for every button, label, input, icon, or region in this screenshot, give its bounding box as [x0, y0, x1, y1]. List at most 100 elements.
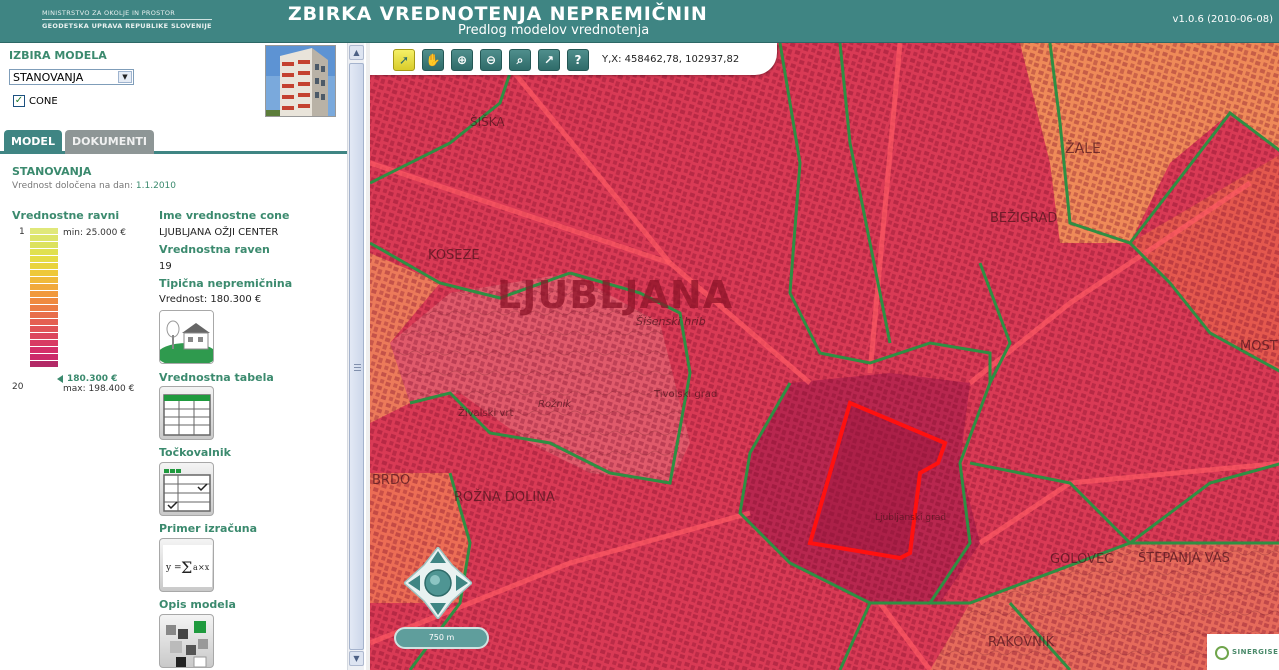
value-level-bar-10 — [30, 291, 58, 297]
zoom-out-icon: ⊖ — [485, 53, 497, 67]
pan-navigation-control[interactable] — [402, 545, 474, 621]
measure-tool-button[interactable]: ↗ — [538, 49, 560, 71]
place-label-stepanja-vas: ŠTEPANJA VAS — [1138, 551, 1230, 566]
value-level-bar-20 — [30, 361, 58, 367]
value-level-bar-13 — [30, 312, 58, 318]
formula-icon: y = Σ a ×x — [163, 545, 212, 587]
points-calculator-label: Točkovalnik — [159, 446, 231, 459]
value-level-scale — [30, 228, 58, 368]
zoom-in-button[interactable]: ⊕ — [451, 49, 473, 71]
level-max-number: 20 — [12, 382, 24, 392]
cone-checkbox[interactable]: ✓ — [13, 95, 25, 107]
value-level-bar-4 — [30, 249, 58, 255]
app-title: ZBIRKA VREDNOTENJA NEPREMIČNIN — [288, 3, 708, 25]
zoom-extent-button[interactable]: ⌕ — [509, 49, 531, 71]
panel-scrollbar[interactable]: ▲ ▼ — [347, 43, 364, 670]
zone-name-value: LJUBLJANA OŽJI CENTER — [159, 227, 279, 238]
select-tool-button[interactable]: ➚ — [393, 49, 415, 71]
value-level-bar-11 — [30, 298, 58, 304]
app-header: MINISTRSTVO ZA OKOLJE IN PROSTOR GEODETS… — [0, 0, 1279, 43]
map-canvas[interactable] — [370, 43, 1279, 670]
checklist-icon — [163, 469, 211, 512]
map-view[interactable]: LJUBLJANA KOSEZE BEŽIGRAD ŽALE MOSTE ŠIŠ… — [366, 43, 1279, 670]
cursor-icon: ➚ — [398, 53, 410, 67]
value-levels-heading: Vrednostne ravni — [12, 209, 120, 222]
place-label-zale: ŽALE — [1065, 141, 1101, 157]
current-price: 180.300 € — [67, 374, 118, 384]
calculation-example-label: Primer izračuna — [159, 522, 258, 535]
place-label-moste: MOSTE — [1240, 339, 1279, 354]
model-description-label: Opis modela — [159, 598, 236, 611]
scroll-thumb[interactable] — [349, 63, 364, 650]
map-toolbar: ➚ ✋ ⊕ ⊖ ⌕ ↗ ? Y,X: 458462,78, 102937,82 — [370, 43, 777, 75]
value-level-bar-2 — [30, 235, 58, 241]
value-level-bar-8 — [30, 277, 58, 283]
hand-icon: ✋ — [425, 53, 441, 67]
zoom-out-button[interactable]: ⊖ — [480, 49, 502, 71]
value-level-label: Vrednostna raven — [159, 243, 270, 256]
tab-model[interactable]: MODEL — [4, 130, 62, 154]
help-button[interactable]: ? — [567, 49, 589, 71]
value-level-bar-14 — [30, 319, 58, 325]
chevron-down-icon[interactable]: ▼ — [118, 71, 132, 83]
value-level-bar-6 — [30, 263, 58, 269]
value-level-bar-16 — [30, 333, 58, 339]
value-level-bar-3 — [30, 242, 58, 248]
model-description-button[interactable] — [159, 614, 214, 668]
model-title: STANOVANJA — [12, 165, 92, 178]
grip-icon — [354, 364, 361, 371]
model-selector-label: IZBIRA MODELA — [9, 49, 107, 62]
value-level-bar-5 — [30, 256, 58, 262]
place-label-ljubljana: LJUBLJANA — [497, 273, 734, 317]
value-level-bar-17 — [30, 340, 58, 346]
value-level-bar-18 — [30, 347, 58, 353]
model-select[interactable]: STANOVANJA ▼ — [9, 69, 134, 85]
place-label-koseze: KOSEZE — [428, 248, 480, 263]
app-subtitle: Predlog modelov vrednotenja — [458, 23, 650, 38]
svg-text:Σ: Σ — [181, 558, 192, 577]
value-level-bar-19 — [30, 354, 58, 360]
compass-icon — [402, 545, 474, 621]
attribution-logo: SINERGISE — [1207, 634, 1279, 670]
svg-text:y =: y = — [165, 563, 182, 573]
puzzle-icon — [166, 621, 208, 667]
points-calculator-button[interactable] — [159, 462, 214, 516]
left-panel: IZBIRA MODELA STANOVANJA ▼ ✓ CONE MODEL … — [0, 43, 347, 670]
pan-tool-button[interactable]: ✋ — [422, 49, 444, 71]
help-icon: ? — [574, 53, 582, 67]
place-label-golovec: GOLOVEC — [1050, 552, 1114, 567]
valuation-date-value: 1.1.2010 — [135, 181, 176, 191]
typical-property-button[interactable] — [159, 310, 214, 364]
place-label-roznik: Rožnik — [538, 399, 572, 410]
ministry-name: MINISTRSTVO ZA OKOLJE IN PROSTOR — [42, 9, 176, 17]
place-label-rozna-dolina: ROŽNA DOLINA — [454, 490, 555, 505]
map-scale-bar: 750 m — [394, 627, 489, 649]
value-level-bar-15 — [30, 326, 58, 332]
place-label-ljubljanski-grad: Ljubljanski grad — [875, 513, 947, 523]
place-label-rakovnik: RAKOVNIK — [988, 635, 1055, 650]
value-level-bar-12 — [30, 305, 58, 311]
ruler-icon: ↗ — [543, 53, 555, 67]
tab-documents[interactable]: DOKUMENTI — [65, 130, 155, 154]
typical-property-value: Vrednost: 180.300 € — [159, 294, 262, 305]
scroll-down-button[interactable]: ▼ — [349, 651, 364, 666]
min-price: min: 25.000 € — [63, 228, 126, 238]
model-photo — [265, 45, 336, 117]
place-label-tivolski-grad: Tivolski grad — [654, 389, 718, 400]
calculation-example-button[interactable]: y = Σ a ×x — [159, 538, 214, 592]
svg-text:×x: ×x — [198, 563, 210, 572]
place-label-sisenski-hrib: Šišenski hrib — [636, 315, 706, 328]
level-min-number: 1 — [19, 227, 25, 237]
sinergise-logo-icon — [1215, 646, 1229, 660]
valuation-date: Vrednost določena na dan: 1.1.2010 — [12, 181, 176, 191]
place-label-brdo: BRDO — [372, 473, 411, 488]
max-price: max: 198.400 € — [63, 384, 135, 394]
value-level-bar-7 — [30, 270, 58, 276]
scroll-up-button[interactable]: ▲ — [349, 45, 364, 60]
model-select-value: STANOVANJA — [13, 71, 84, 84]
zone-name-label: Ime vrednostne cone — [159, 209, 290, 222]
typical-property-label: Tipična nepremičnina — [159, 277, 293, 290]
value-table-label: Vrednostna tabela — [159, 371, 274, 384]
value-level-bar-9 — [30, 284, 58, 290]
value-table-button[interactable] — [159, 386, 214, 440]
